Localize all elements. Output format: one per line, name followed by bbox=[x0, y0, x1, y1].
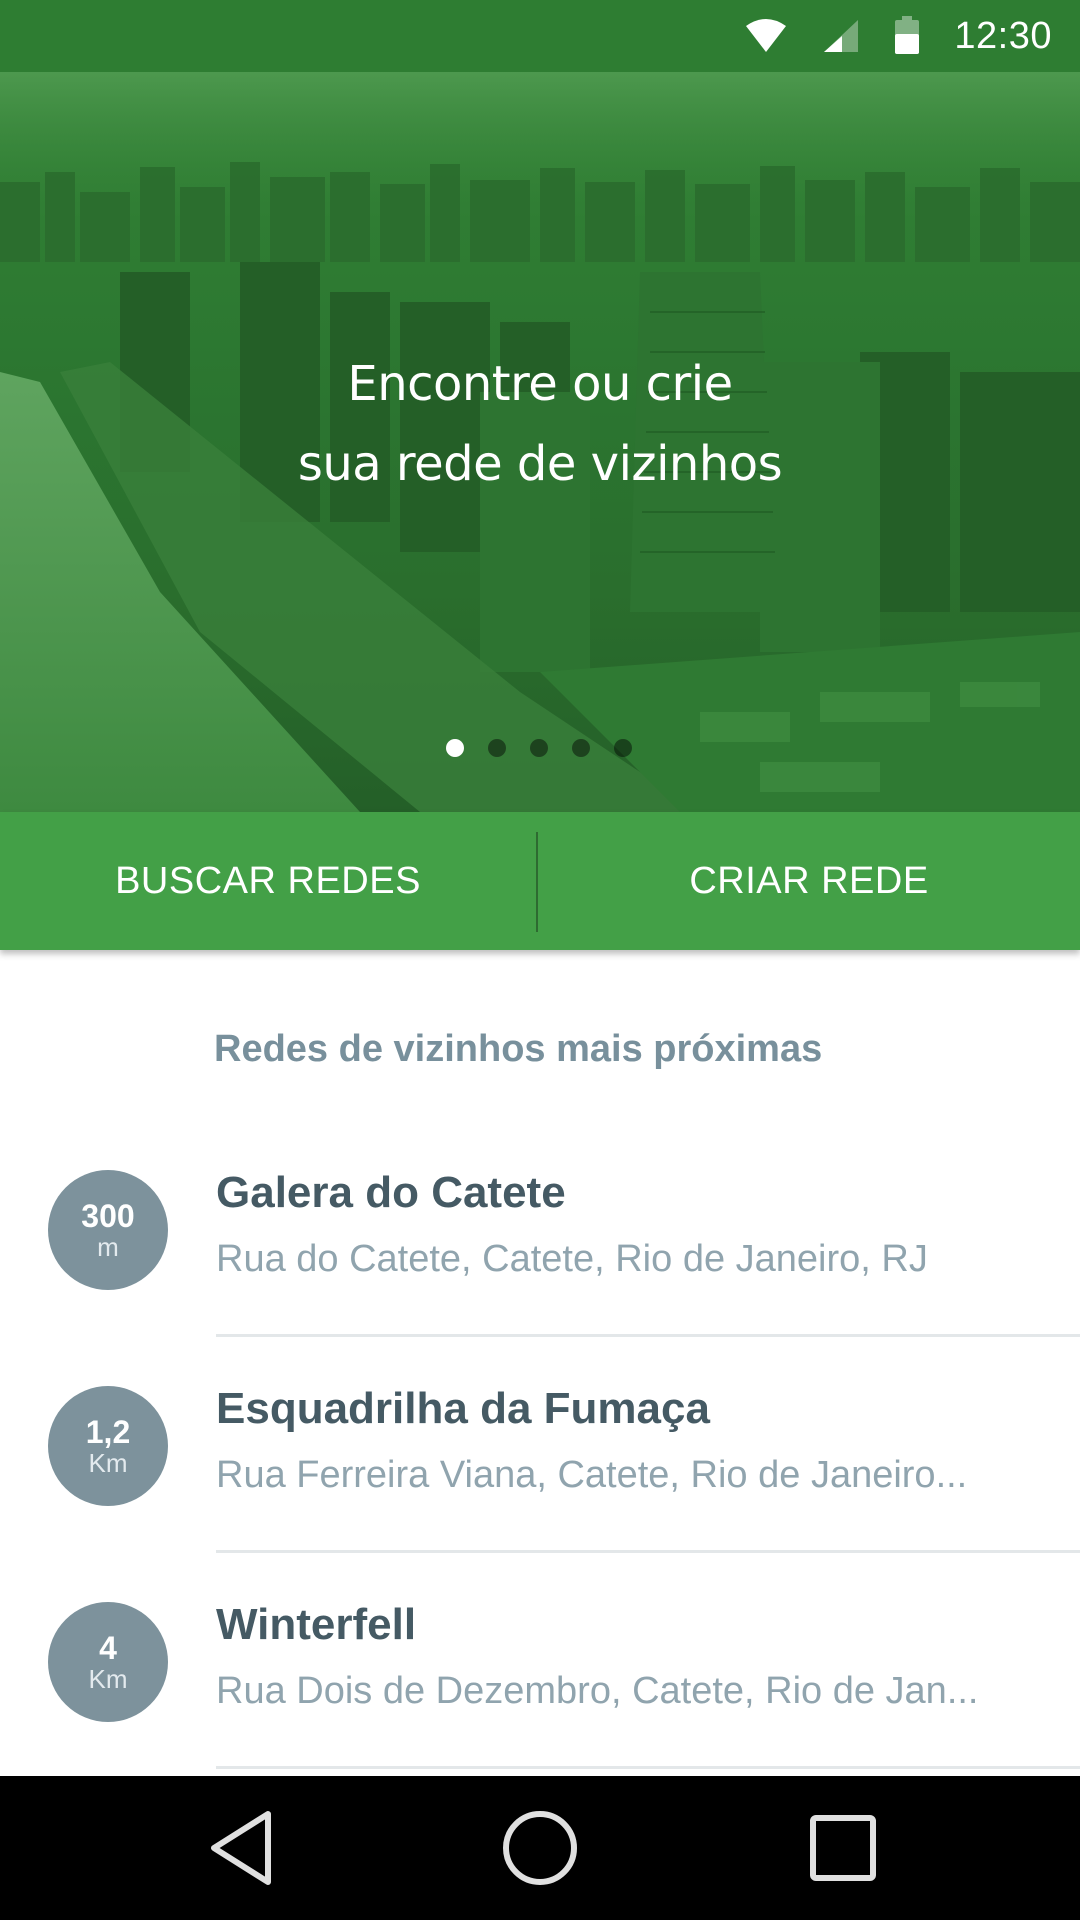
distance-unit: Km bbox=[88, 1448, 128, 1478]
section-title: Redes de vizinhos mais próximas bbox=[214, 1028, 823, 1070]
network-address: Rua Ferreira Viana, Catete, Rio de Janei… bbox=[216, 1454, 968, 1496]
network-name: Esquadrilha da Fumaça bbox=[216, 1384, 710, 1433]
list-divider bbox=[216, 1766, 1080, 1769]
page-dot-3[interactable] bbox=[530, 739, 548, 757]
home-button[interactable] bbox=[440, 1776, 640, 1920]
home-icon bbox=[503, 1811, 577, 1885]
page-dot-2[interactable] bbox=[488, 739, 506, 757]
list-item[interactable]: 1,2 Km Esquadrilha da Fumaça Rua Ferreir… bbox=[0, 1376, 1080, 1592]
back-button[interactable] bbox=[142, 1776, 342, 1920]
network-name: Galera do Catete bbox=[216, 1168, 566, 1217]
hero-title-line-1: Encontre ou crie bbox=[347, 356, 733, 412]
create-network-button[interactable]: CRIAR REDE bbox=[538, 812, 1080, 950]
wifi-icon bbox=[744, 18, 788, 54]
recents-button[interactable] bbox=[743, 1776, 943, 1920]
distance-unit: m bbox=[97, 1232, 119, 1262]
navigation-bar bbox=[0, 1776, 1080, 1920]
network-address: Rua Dois de Dezembro, Catete, Rio de Jan… bbox=[216, 1670, 979, 1712]
distance-badge: 300 m bbox=[48, 1170, 168, 1290]
clock: 12:30 bbox=[954, 14, 1052, 57]
battery-icon bbox=[894, 16, 920, 56]
network-address: Rua do Catete, Catete, Rio de Janeiro, R… bbox=[216, 1238, 928, 1280]
back-icon bbox=[211, 1811, 271, 1885]
hero-banner[interactable]: Encontre ou crie sua rede de vizinhos bbox=[0, 72, 1080, 812]
recents-icon bbox=[810, 1815, 876, 1881]
distance-unit: Km bbox=[88, 1664, 128, 1694]
status-bar: 12:30 bbox=[0, 0, 1080, 72]
distance-value: 300 bbox=[81, 1198, 135, 1234]
search-networks-button[interactable]: BUSCAR REDES bbox=[0, 812, 536, 950]
page-indicator[interactable] bbox=[0, 739, 1080, 759]
hero-title: Encontre ou crie sua rede de vizinhos bbox=[0, 344, 1080, 504]
distance-badge: 1,2 Km bbox=[48, 1386, 168, 1506]
page-dot-1[interactable] bbox=[446, 739, 464, 757]
distance-value: 1,2 bbox=[85, 1414, 131, 1450]
list-divider bbox=[216, 1334, 1080, 1337]
list-divider bbox=[216, 1550, 1080, 1553]
list-item[interactable]: 300 m Galera do Catete Rua do Catete, Ca… bbox=[0, 1160, 1080, 1376]
page-dot-4[interactable] bbox=[572, 739, 590, 757]
action-bar: BUSCAR REDES CRIAR REDE bbox=[0, 812, 1080, 950]
network-name: Winterfell bbox=[216, 1600, 417, 1649]
hero-title-line-2: sua rede de vizinhos bbox=[297, 436, 783, 492]
page-dot-5[interactable] bbox=[614, 739, 632, 757]
signal-icon bbox=[822, 18, 860, 54]
distance-badge: 4 Km bbox=[48, 1602, 168, 1722]
distance-value: 4 bbox=[99, 1630, 117, 1666]
